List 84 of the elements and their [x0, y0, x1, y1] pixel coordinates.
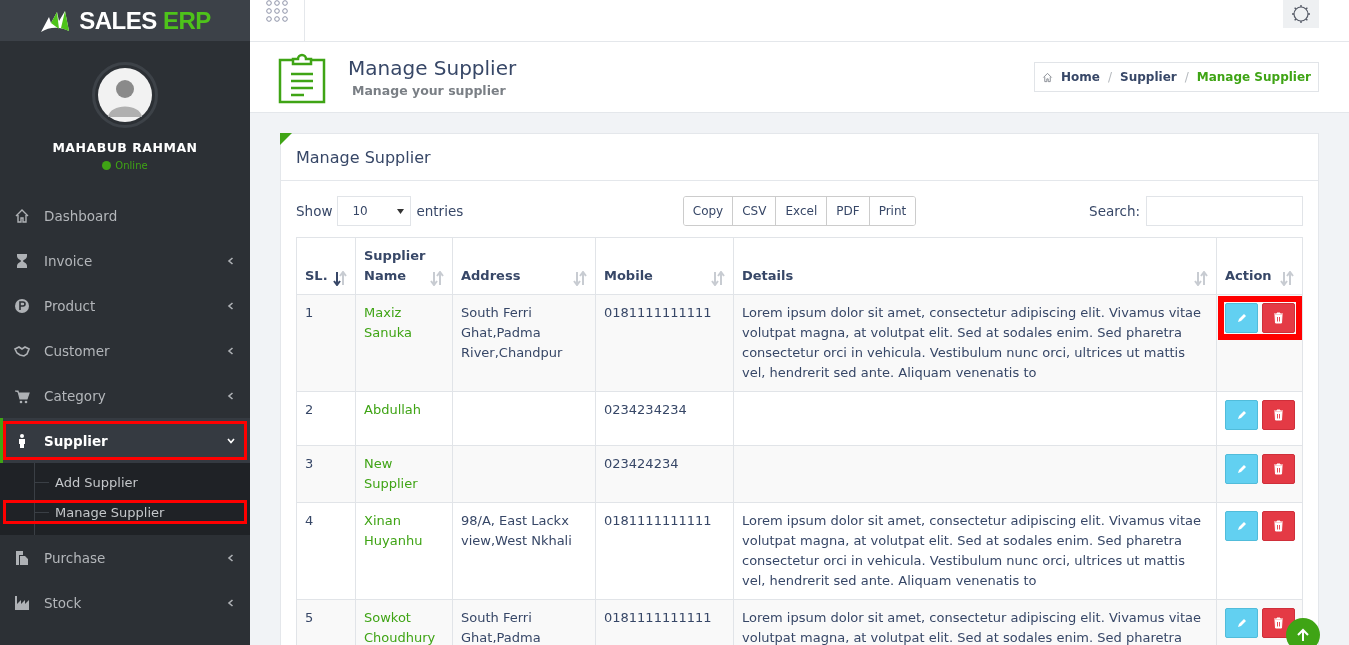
show-label: Show — [296, 203, 333, 219]
home-icon — [1042, 71, 1054, 83]
table-cell-text: South Ferri Ghat,Padma River,Chandpur — [461, 304, 564, 362]
submenu-item[interactable]: Manage Supplier — [0, 497, 250, 527]
column-header: Address — [461, 267, 521, 285]
search-field[interactable] — [1146, 196, 1303, 226]
caret-icon — [226, 300, 236, 311]
dropdown-arrow-icon — [397, 208, 405, 214]
user-name: MAHABUB RAHMAN — [52, 140, 198, 155]
table-cell: 1 — [305, 305, 314, 320]
trash-icon — [1273, 312, 1284, 324]
sidebar-item[interactable]: Dashboard — [0, 193, 250, 238]
breadcrumb-separator: / — [1108, 70, 1113, 84]
settings-button[interactable] — [1283, 0, 1319, 28]
table-cell-text: Lorem ipsum dolor sit amet, consectetur adipiscing elit. Vivamus vitae volutpat magna, at volutpat elit. Sed at sodales enim. Sed pharetra consectetur orci in vehicula. Vestibulum nunc orci, ultrices ut mattis vel, hendrerit sed ante. Aliquam venenatis to — [742, 512, 1202, 590]
caret-icon — [226, 345, 236, 356]
trash-icon — [1273, 617, 1284, 629]
table-cell: 0181111111111 — [604, 305, 712, 320]
pencil-icon — [1235, 463, 1248, 475]
sidebar-item[interactable]: Purchase — [0, 535, 250, 580]
corner-accent — [280, 133, 292, 145]
page-title: Manage Supplier — [348, 56, 518, 80]
column-header: Action — [1225, 267, 1272, 285]
entries-label: entries — [416, 203, 464, 219]
pencil-icon — [1235, 312, 1248, 324]
page-subtitle: Manage your supplier — [352, 83, 507, 98]
chart-icon — [14, 594, 30, 611]
table-cell: 4 — [305, 513, 314, 528]
table-cell: 5 — [305, 610, 314, 625]
breadcrumb-link[interactable]: Supplier — [1120, 70, 1177, 84]
trash-icon — [1273, 520, 1284, 532]
delete-button[interactable] — [1262, 400, 1295, 430]
settings-icon — [1290, 3, 1312, 25]
table-cell-text: South Ferri Ghat,Padma — [461, 609, 542, 645]
search-label: Search: — [1089, 203, 1140, 219]
table-cell: 0181111111111 — [604, 513, 712, 528]
trash-icon — [1273, 409, 1284, 421]
table-cell: 0234234234 — [604, 402, 687, 417]
sort-icon[interactable] — [333, 271, 347, 286]
export-button[interactable]: Copy — [683, 197, 734, 225]
sidebar-item[interactable]: Supplier — [0, 418, 250, 463]
pencil-icon — [1235, 617, 1248, 629]
documents-icon — [14, 549, 30, 566]
breadcrumb-link[interactable]: Home — [1061, 70, 1100, 84]
caret-icon — [226, 390, 236, 401]
delete-button[interactable] — [1262, 511, 1295, 541]
sidebar-item[interactable]: Stock — [0, 580, 250, 625]
sidebar-item[interactable]: Customer — [0, 328, 250, 373]
card-title: Manage Supplier — [296, 147, 431, 167]
column-header: Mobile — [604, 267, 653, 285]
caret-icon — [226, 552, 236, 563]
cart-icon — [14, 387, 30, 404]
p-circle-icon — [14, 297, 30, 314]
breadcrumb-separator: / — [1184, 70, 1189, 84]
sidebar-item[interactable]: Category — [0, 373, 250, 418]
user-status: Online — [115, 160, 148, 171]
caret-icon — [226, 255, 236, 266]
column-header: Details — [742, 267, 794, 285]
brand-logo-text: SALES ERP — [79, 6, 211, 35]
column-header: Supplier Name — [364, 247, 426, 285]
pencil-icon — [1235, 409, 1248, 421]
pencil-icon — [1235, 520, 1248, 532]
home-icon — [14, 207, 30, 224]
table-cell-text: 98/A, East Lackx view,West Nkhali — [461, 512, 573, 550]
arrow-up-icon — [1296, 628, 1310, 642]
table-cell-text: Lorem ipsum dolor sit amet, consectetur adipiscing elit. Vivamus vitae volutpat magna, at volutpat elit. Sed at sodales enim. Sed pharetra consectetur orci in vehicula. Vestibulum nunc orci, ultrices ut mattis vel, hendrerit sed ante. Aliquam venenatis to — [742, 304, 1202, 382]
column-header: SL. — [305, 267, 328, 285]
page-size-select[interactable]: 10 — [337, 196, 412, 226]
avatar — [92, 62, 158, 128]
caret-icon — [226, 597, 236, 608]
delete-button[interactable] — [1262, 303, 1295, 333]
table-cell: 023424234 — [604, 456, 679, 471]
table-cell: 0181111111111 — [604, 610, 712, 625]
delete-button[interactable] — [1262, 454, 1295, 484]
table-cell: 3 — [305, 456, 314, 471]
sidebar-item[interactable]: Product — [0, 283, 250, 328]
hourglass-icon — [14, 252, 30, 269]
trash-icon — [1273, 463, 1284, 475]
grid-menu-icon[interactable] — [266, 0, 288, 22]
sidebar-item[interactable]: Invoice — [0, 238, 250, 283]
table-cell: 2 — [305, 402, 314, 417]
status-dot — [102, 161, 112, 170]
table-cell-text: Lorem ipsum dolor sit amet, consectetur adipiscing elit. Vivamus vitae volutpat magna, at volutpat elit. Sed at sodales enim. Sed pharetra — [742, 609, 1202, 645]
submenu-item[interactable]: Add Supplier — [0, 467, 250, 497]
